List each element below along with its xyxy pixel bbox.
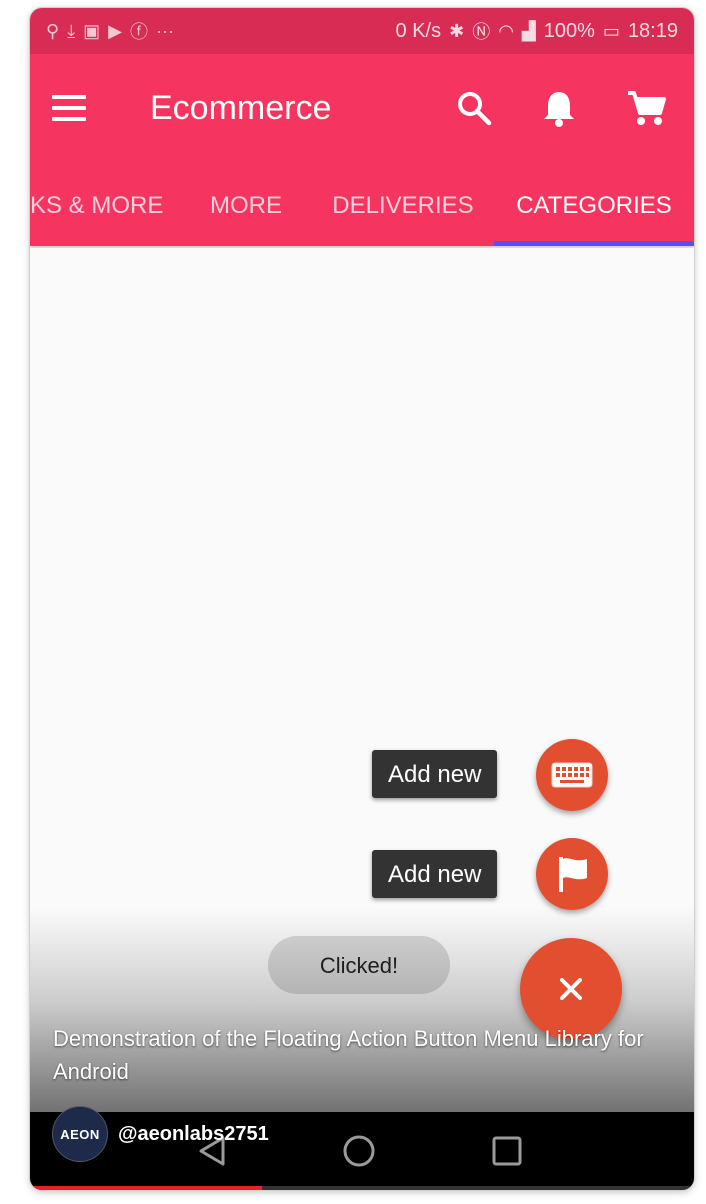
wifi-icon: ◠: [498, 20, 514, 41]
more-icon: ···: [156, 20, 174, 41]
fab-mini-flag[interactable]: [536, 838, 608, 910]
channel-avatar[interactable]: AEON: [52, 1106, 108, 1162]
fab-item-label-keyboard[interactable]: Add new: [372, 750, 498, 798]
tab-bar: KS & MORE MORE DELIVERIES CATEGORIES: [30, 162, 694, 246]
network-speed: 0 K/s: [395, 19, 442, 42]
fab-mini-keyboard[interactable]: [536, 739, 608, 811]
app-title: Ecommerce: [150, 88, 332, 127]
fab-item-label-flag[interactable]: Add new: [372, 850, 498, 898]
home-button[interactable]: [319, 1112, 399, 1190]
menu-icon[interactable]: [52, 95, 86, 121]
status-bar: ⚲ ⤓ ▣ ▶ ⓕ ··· 0 K/s ✱ Ⓝ ◠ ▟ 100% ▭ 18:19: [30, 8, 694, 54]
bell-icon[interactable]: [542, 89, 576, 127]
usb-icon: ⚲: [46, 20, 60, 41]
home-icon: [343, 1135, 375, 1167]
close-icon: [560, 978, 582, 1000]
facebook-icon: ⓕ: [130, 22, 149, 42]
search-icon[interactable]: [456, 90, 492, 126]
download-icon: ⤓: [67, 20, 76, 41]
youtube-icon: ▶: [108, 20, 123, 41]
flag-icon: [559, 857, 587, 892]
tab-deliveries[interactable]: DELIVERIES: [328, 162, 478, 246]
tab-categories[interactable]: CATEGORIES: [504, 162, 684, 246]
tab-books-and-more[interactable]: KS & MORE: [30, 162, 163, 246]
tab-indicator: [494, 241, 694, 246]
status-left-icons: ⚲ ⤓ ▣ ▶ ⓕ ···: [46, 18, 174, 44]
nfc-icon: Ⓝ: [472, 22, 491, 42]
toast-message: Clicked!: [268, 936, 450, 994]
battery-percent: 100%: [543, 19, 595, 42]
channel-badge[interactable]: AEON @aeonlabs2751: [52, 1106, 269, 1162]
keyboard-icon: [551, 762, 593, 788]
video-progress-fill: [30, 1186, 263, 1190]
signal-icon: ▟: [521, 20, 536, 41]
bluetooth-icon: ✱: [449, 20, 465, 41]
gallery-icon: ▣: [83, 20, 101, 41]
clock: 18:19: [627, 19, 678, 42]
channel-name[interactable]: @aeonlabs2751: [118, 1123, 269, 1146]
battery-icon: ▭: [602, 20, 620, 41]
video-caption: Demonstration of the Floating Action But…: [53, 1026, 644, 1084]
app-bar-actions: [456, 89, 666, 127]
app-bar: Ecommerce: [30, 54, 694, 162]
tab-more[interactable]: MORE: [198, 162, 294, 246]
recents-icon: [492, 1136, 522, 1166]
status-right: 0 K/s ✱ Ⓝ ◠ ▟ 100% ▭ 18:19: [396, 18, 678, 44]
cart-icon[interactable]: [626, 89, 666, 127]
phone-screen: ⚲ ⤓ ▣ ▶ ⓕ ··· 0 K/s ✱ Ⓝ ◠ ▟ 100% ▭ 18:19…: [30, 8, 694, 1190]
recents-button[interactable]: [467, 1112, 547, 1190]
